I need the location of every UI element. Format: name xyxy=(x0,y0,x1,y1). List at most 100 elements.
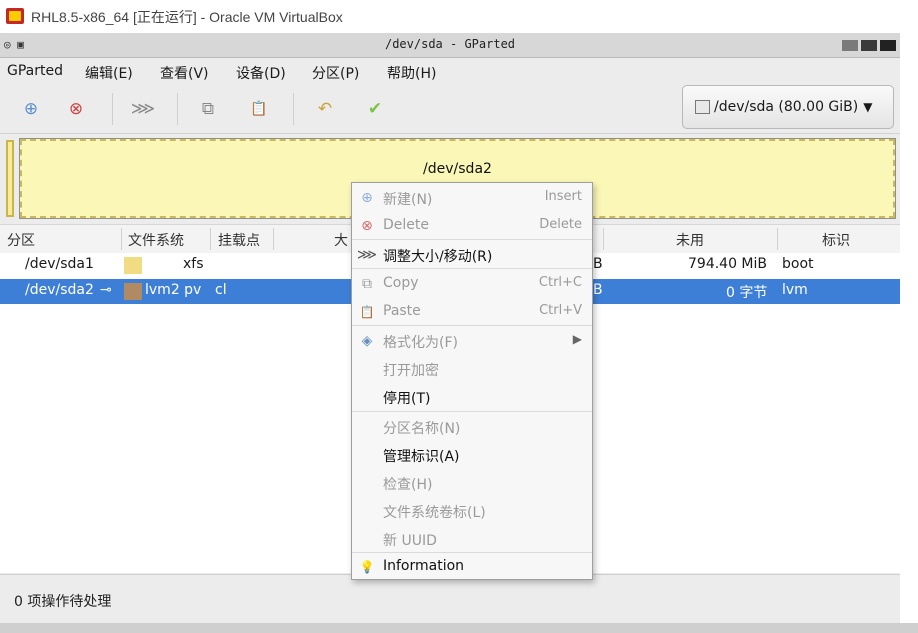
apply-check-icon: ✔ xyxy=(367,99,383,119)
menu-partition[interactable]: 分区(P) xyxy=(312,63,359,83)
new-icon: ⊕ xyxy=(361,190,373,206)
paste-icon: 📋 xyxy=(359,305,375,319)
disk-icon xyxy=(695,100,710,114)
column-separator xyxy=(603,228,604,250)
menu-item-copy[interactable]: ⧉ Copy Ctrl+C xyxy=(352,270,592,298)
column-size[interactable]: 大 xyxy=(334,230,348,250)
column-flags[interactable]: 标识 xyxy=(822,230,850,250)
minimize-button[interactable] xyxy=(842,40,858,51)
menu-item-delete[interactable]: ⊗ Delete Delete xyxy=(352,212,592,240)
menu-separator xyxy=(352,239,592,240)
maximize-button[interactable] xyxy=(861,40,877,51)
menu-item-label: 检查(H) xyxy=(383,477,433,493)
menu-view[interactable]: 查看(V) xyxy=(160,63,209,83)
disk-map-partition-label: /dev/sda2 xyxy=(423,161,492,177)
menu-item-accel: Insert xyxy=(544,189,582,204)
menu-item-label: 新建(N) xyxy=(383,192,433,208)
format-icon: ◈ xyxy=(361,333,373,349)
menu-item-label: 新 UUID xyxy=(383,533,437,549)
column-unused[interactable]: 未用 xyxy=(676,230,704,250)
copy-icon: ⧉ xyxy=(362,276,372,292)
cell-filesystem: xfs xyxy=(183,256,204,272)
resize-move-icon: ⋙ xyxy=(130,99,156,119)
disk-map-partition-sda1[interactable] xyxy=(6,140,14,217)
menu-item-format-as[interactable]: ◈ 格式化为(F) ▶ xyxy=(352,327,592,355)
cell-size: B xyxy=(593,256,603,272)
delete-partition-button[interactable]: ⊗ xyxy=(61,95,91,123)
menu-item-open-encryption[interactable]: 打开加密 xyxy=(352,355,592,383)
virtualbox-title-bar: RHL8.5-x86_64 [正在运行] - Oracle VM Virtual… xyxy=(0,0,918,33)
submenu-arrow-icon: ▶ xyxy=(572,332,582,346)
column-separator xyxy=(273,228,274,250)
menu-item-label: 停用(T) xyxy=(383,391,431,407)
menu-edit[interactable]: 编辑(E) xyxy=(85,63,133,83)
cell-partition: /dev/sda2 xyxy=(25,282,94,298)
virtualbox-title: RHL8.5-x86_64 [正在运行] - Oracle VM Virtual… xyxy=(31,9,343,25)
undo-button[interactable]: ↶ xyxy=(310,95,340,123)
menu-item-label: 文件系统卷标(L) xyxy=(383,505,486,521)
information-bulb-icon: 💡 xyxy=(359,560,375,574)
menu-separator xyxy=(352,325,592,326)
menu-item-new-uuid[interactable]: 新 UUID xyxy=(352,525,592,553)
host-window-bottom-edge xyxy=(0,623,918,633)
menu-item-new[interactable]: ⊕ 新建(N) Insert xyxy=(352,184,592,212)
toolbar-separator xyxy=(112,93,113,125)
menu-item-information[interactable]: 💡 Information xyxy=(352,553,592,581)
menu-device[interactable]: 设备(D) xyxy=(236,63,286,83)
status-bar: 0 项操作待处理 xyxy=(0,574,900,623)
column-mountpoint[interactable]: 挂载点 xyxy=(218,230,260,250)
menu-item-check[interactable]: 检查(H) xyxy=(352,469,592,497)
menu-item-paste[interactable]: 📋 Paste Ctrl+V xyxy=(352,298,592,326)
virtualbox-logo-icon xyxy=(6,8,24,24)
column-separator xyxy=(121,228,122,250)
menu-gparted[interactable]: GParted xyxy=(7,63,63,79)
toolbar-separator xyxy=(177,93,178,125)
menu-item-deactivate[interactable]: 停用(T) xyxy=(352,383,592,411)
filesystem-color-swatch xyxy=(124,257,142,274)
menu-item-label: 调整大小/移动(R) xyxy=(383,249,493,265)
window-title-bar[interactable]: ◎ ▣ /dev/sda - GParted xyxy=(0,33,900,58)
menu-item-label: Information xyxy=(383,558,465,574)
menu-item-label: Delete xyxy=(383,217,429,233)
device-selector-label: /dev/sda (80.00 GiB) xyxy=(714,99,859,115)
new-partition-button[interactable]: ⊕ xyxy=(16,95,46,123)
paste-icon: 📋 xyxy=(250,101,268,117)
menu-item-partition-name[interactable]: 分区名称(N) xyxy=(352,413,592,441)
menu-item-label: 格式化为(F) xyxy=(383,335,458,351)
menu-separator xyxy=(352,268,592,269)
menu-item-label: Copy xyxy=(383,275,419,291)
delete-icon: ⊗ xyxy=(361,218,373,234)
copy-button[interactable]: ⧉ xyxy=(193,95,223,123)
cell-size: B xyxy=(593,282,603,298)
menu-item-accel: Delete xyxy=(539,217,582,232)
menu-item-label: Paste xyxy=(383,303,421,319)
cell-flags: lvm xyxy=(782,282,808,298)
menu-item-manage-flags[interactable]: 管理标识(A) xyxy=(352,441,592,469)
toolbar-separator xyxy=(293,93,294,125)
host-window-edge xyxy=(900,33,918,633)
apply-button[interactable]: ✔ xyxy=(360,95,390,123)
delete-icon: ⊗ xyxy=(68,99,84,119)
new-partition-icon: ⊕ xyxy=(23,99,39,119)
column-filesystem[interactable]: 文件系统 xyxy=(128,230,184,250)
undo-icon: ↶ xyxy=(317,99,333,119)
menu-help[interactable]: 帮助(H) xyxy=(387,63,436,83)
resize-move-button[interactable]: ⋙ xyxy=(128,95,158,123)
copy-icon: ⧉ xyxy=(201,99,215,119)
column-separator xyxy=(777,228,778,250)
key-icon: ⊸ xyxy=(100,282,112,298)
menu-item-label: 管理标识(A) xyxy=(383,449,460,465)
menu-item-filesystem-label[interactable]: 文件系统卷标(L) xyxy=(352,497,592,525)
cell-flags: boot xyxy=(782,256,814,272)
device-selector[interactable]: /dev/sda (80.00 GiB) ▼ xyxy=(682,85,894,129)
filesystem-color-swatch xyxy=(124,283,142,300)
window-title: /dev/sda - GParted xyxy=(384,37,516,51)
cell-unused: 794.40 MiB xyxy=(688,256,768,272)
close-button[interactable] xyxy=(880,40,896,51)
column-separator xyxy=(210,228,211,250)
menu-item-resize-move[interactable]: ⋙ 调整大小/移动(R) xyxy=(352,241,592,269)
paste-button[interactable]: 📋 xyxy=(244,95,274,123)
menu-item-accel: Ctrl+V xyxy=(539,303,582,318)
column-partition[interactable]: 分区 xyxy=(7,230,35,250)
partition-context-menu: ⊕ 新建(N) Insert ⊗ Delete Delete ⋙ 调整大小/移动… xyxy=(351,182,593,580)
